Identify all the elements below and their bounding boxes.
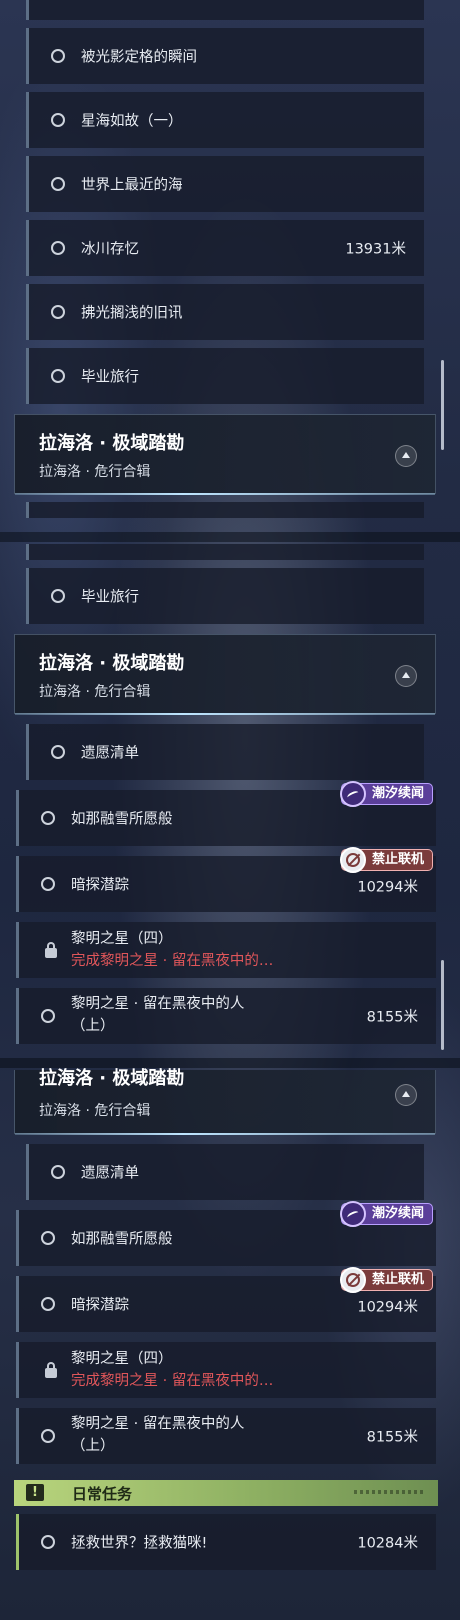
section-header[interactable]: 拉海洛 · 极域踏勘 拉海洛 · 危行合辑 — [14, 634, 436, 715]
quest-requirement: 完成黎明之星 · 留在黑夜中的… — [71, 953, 274, 969]
quest-name-line2: （上） — [71, 1438, 115, 1454]
quest-name: 星海如故（一） — [81, 113, 183, 130]
exclamation-icon: ! — [26, 1484, 44, 1501]
quest-status-circle-icon — [51, 241, 65, 255]
quest-item[interactable]: 世界上最近的海 — [26, 156, 424, 212]
quest-name: 遗愿清单 — [81, 1165, 139, 1182]
no-multiplayer-icon — [340, 1267, 366, 1293]
quest-name: 黎明之星（四） — [71, 1351, 173, 1367]
section-subtitle: 拉海洛 · 危行合辑 — [39, 1103, 151, 1119]
quest-name: 毕业旅行 — [81, 369, 139, 386]
quest-name: 世界上最近的海 — [81, 177, 183, 194]
quest-name: 冰川存忆 — [81, 241, 139, 258]
header-decoration — [354, 1490, 424, 1494]
quest-item[interactable]: 遗愿清单 — [26, 1144, 424, 1200]
quest-status-circle-icon — [51, 305, 65, 319]
quest-status-circle-icon — [51, 589, 65, 603]
tide-icon — [340, 781, 366, 807]
quest-item[interactable]: 被光影定格的瞬间 — [26, 28, 424, 84]
event-badge: 潮汐续闻 — [340, 781, 434, 807]
collapse-chevron-icon[interactable] — [395, 1084, 417, 1106]
tide-icon — [340, 1201, 366, 1227]
quest-item[interactable]: 拯救世界？拯救猫咪! 10284米 — [16, 1514, 436, 1570]
quest-item[interactable]: 冰川存忆 13931米 — [26, 220, 424, 276]
quest-requirement: 完成黎明之星 · 留在黑夜中的… — [71, 1373, 274, 1389]
quest-item-locked[interactable]: 黎明之星（四） 完成黎明之星 · 留在黑夜中的… — [16, 1342, 436, 1398]
quest-distance: 8155米 — [366, 1009, 418, 1026]
quest-name: 被光影定格的瞬间 — [81, 49, 197, 66]
quest-status-circle-icon — [51, 745, 65, 759]
lock-icon — [45, 1362, 57, 1378]
quest-name-line1: 黎明之星 · 留在黑夜中的人 — [71, 1416, 245, 1432]
quest-name: 暗探潜踪 — [71, 1297, 129, 1314]
section-title: 拉海洛 · 极域踏勘 — [39, 653, 185, 674]
section-header[interactable]: 拉海洛 · 极域踏勘 拉海洛 · 危行合辑 — [14, 414, 436, 495]
quest-status-circle-icon — [41, 1429, 55, 1443]
scrollbar-thumb[interactable] — [441, 360, 444, 450]
quest-name-line2: （上） — [71, 1018, 115, 1034]
scrollbar-thumb[interactable] — [441, 960, 444, 1050]
quest-name: 黎明之星（四） — [71, 931, 173, 947]
list-item-partial — [26, 502, 424, 518]
no-coop-badge: 禁止联机 — [340, 1267, 434, 1293]
list-item-partial — [26, 0, 424, 20]
quest-item[interactable]: 黎明之星 · 留在黑夜中的人 （上） 8155米 — [16, 1408, 436, 1464]
quest-name-line1: 黎明之星 · 留在黑夜中的人 — [71, 996, 245, 1012]
quest-status-circle-icon — [41, 1535, 55, 1549]
quest-name: 拂光搁浅的旧讯 — [81, 305, 183, 322]
quest-distance: 10294米 — [357, 1299, 418, 1316]
quest-name: 毕业旅行 — [81, 589, 139, 606]
quest-status-circle-icon — [51, 1165, 65, 1179]
no-multiplayer-icon — [340, 847, 366, 873]
quest-item[interactable]: 星海如故（一） — [26, 92, 424, 148]
quest-status-circle-icon — [41, 1231, 55, 1245]
quest-status-circle-icon — [41, 1297, 55, 1311]
quest-item[interactable]: 毕业旅行 — [26, 348, 424, 404]
quest-name: 如那融雪所愿般 — [71, 811, 173, 828]
collapse-chevron-icon[interactable] — [395, 445, 417, 467]
quest-distance: 13931米 — [345, 241, 406, 258]
lock-icon — [45, 942, 57, 958]
quest-distance: 10284米 — [357, 1535, 418, 1552]
section-title: 拉海洛 · 极域踏勘 — [39, 1068, 185, 1089]
screenshot-divider — [0, 532, 460, 542]
section-header[interactable]: 拉海洛 · 极域踏勘 拉海洛 · 危行合辑 — [14, 1068, 436, 1135]
quest-distance: 10294米 — [357, 879, 418, 896]
quest-item[interactable]: 黎明之星 · 留在黑夜中的人 （上） 8155米 — [16, 988, 436, 1044]
quest-item-locked[interactable]: 黎明之星（四） 完成黎明之星 · 留在黑夜中的… — [16, 922, 436, 978]
quest-name: 如那融雪所愿般 — [71, 1231, 173, 1248]
quest-name: 暗探潜踪 — [71, 877, 129, 894]
section-subtitle: 拉海洛 · 危行合辑 — [39, 464, 151, 480]
quest-status-circle-icon — [51, 177, 65, 191]
daily-tasks-title: 日常任务 — [72, 1485, 133, 1503]
event-badge: 潮汐续闻 — [340, 1201, 434, 1227]
quest-item[interactable]: 遗愿清单 — [26, 724, 424, 780]
section-title: 拉海洛 · 极域踏勘 — [39, 433, 185, 454]
quest-status-circle-icon — [41, 811, 55, 825]
quest-name: 拯救世界？拯救猫咪! — [71, 1535, 208, 1552]
section-subtitle: 拉海洛 · 危行合辑 — [39, 684, 151, 700]
quest-item[interactable]: 毕业旅行 — [26, 568, 424, 624]
collapse-chevron-icon[interactable] — [395, 665, 417, 687]
quest-status-circle-icon — [51, 49, 65, 63]
quest-status-circle-icon — [41, 1009, 55, 1023]
quest-status-circle-icon — [51, 113, 65, 127]
quest-status-circle-icon — [51, 369, 65, 383]
quest-status-circle-icon — [41, 877, 55, 891]
no-coop-badge: 禁止联机 — [340, 847, 434, 873]
quest-item[interactable]: 拂光搁浅的旧讯 — [26, 284, 424, 340]
quest-name: 遗愿清单 — [81, 745, 139, 762]
quest-distance: 8155米 — [366, 1429, 418, 1446]
list-item-partial — [26, 544, 424, 560]
daily-tasks-header[interactable]: ! 日常任务 — [14, 1480, 438, 1506]
